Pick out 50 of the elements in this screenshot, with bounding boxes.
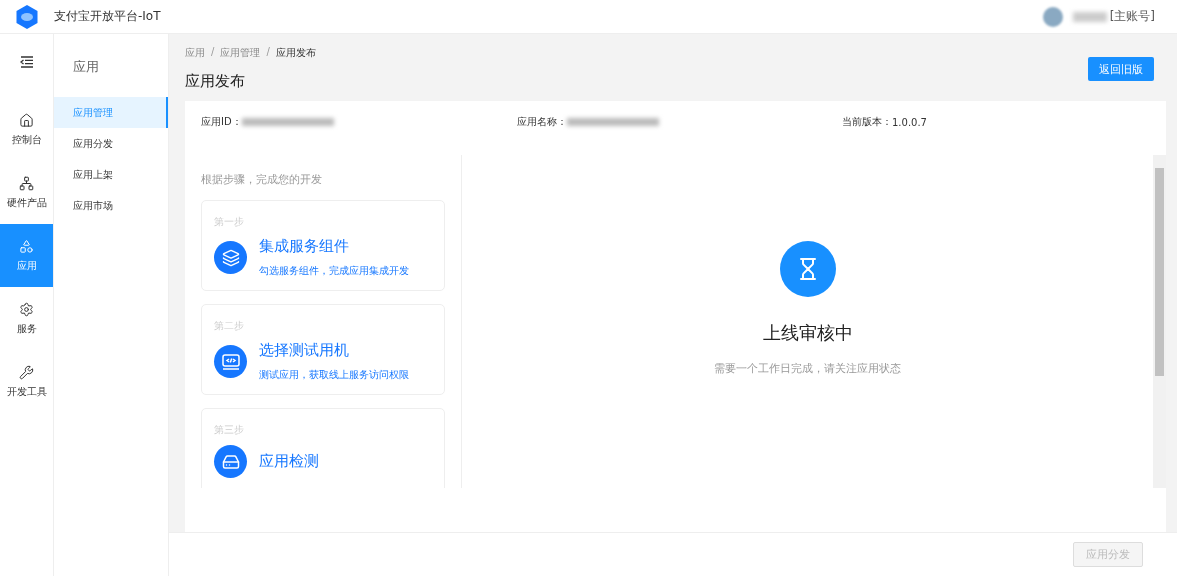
rail-item[interactable]: 硬件产品 bbox=[0, 161, 53, 224]
info-value: 1.0.0.7 bbox=[892, 116, 927, 128]
logo-icon bbox=[15, 3, 39, 30]
step-description: 测试应用，获取线上服务访问权限 bbox=[259, 368, 409, 382]
blurred-username bbox=[1072, 11, 1107, 22]
submenu-item[interactable]: 应用上架 bbox=[54, 159, 168, 190]
network-icon bbox=[19, 175, 34, 191]
rail-item[interactable]: 开发工具 bbox=[0, 350, 53, 413]
step-description: 勾选服务组件，完成应用集成开发 bbox=[259, 264, 409, 278]
info-label: 应用名称： bbox=[517, 115, 567, 129]
breadcrumb-link[interactable]: 应用管理 bbox=[220, 46, 261, 60]
home-icon bbox=[19, 112, 34, 128]
scrollbar-thumb[interactable] bbox=[1155, 168, 1164, 376]
platform-title: 支付宝开放平台-IoT bbox=[54, 8, 161, 25]
scrollbar[interactable] bbox=[1153, 155, 1166, 488]
status-title: 上线审核中 bbox=[762, 321, 853, 345]
drive-icon bbox=[221, 452, 240, 471]
breadcrumb-link[interactable]: 应用发布 bbox=[275, 46, 316, 60]
wrench-icon bbox=[19, 364, 34, 380]
info-label: 应用ID： bbox=[201, 115, 242, 129]
submenu-item[interactable]: 应用管理 bbox=[54, 97, 168, 128]
rail-label: 应用 bbox=[16, 259, 37, 273]
step-title: 应用检测 bbox=[259, 452, 319, 471]
steps-heading: 根据步骤，完成您的开发 bbox=[201, 173, 323, 187]
account-tag: [主账号] bbox=[1109, 8, 1155, 25]
back-button[interactable]: 返回旧版 bbox=[1088, 57, 1154, 81]
layers-icon bbox=[221, 248, 240, 267]
step-title: 集成服务组件 bbox=[259, 237, 350, 256]
status-description: 需要一个工作日完成，请关注应用状态 bbox=[714, 362, 901, 376]
rail-label: 硬件产品 bbox=[6, 196, 47, 210]
submenu-item[interactable]: 应用分发 bbox=[54, 128, 168, 159]
code-monitor-icon bbox=[221, 353, 240, 370]
submenu-title: 应用 bbox=[72, 58, 100, 76]
breadcrumb-separator: / bbox=[211, 46, 215, 59]
rail-label: 开发工具 bbox=[6, 385, 47, 399]
info-label: 当前版本： bbox=[842, 115, 892, 129]
submenu-item[interactable]: 应用市场 bbox=[54, 190, 168, 221]
rail-item[interactable]: 服务 bbox=[0, 287, 53, 350]
page-title: 应用发布 bbox=[185, 72, 246, 91]
step-title: 选择测试用机 bbox=[259, 341, 350, 360]
breadcrumb-link[interactable]: 应用 bbox=[185, 46, 205, 60]
rail-item[interactable]: 应用 bbox=[0, 224, 53, 287]
menu-icon bbox=[19, 56, 34, 68]
shapes-icon bbox=[19, 238, 34, 254]
rail-label: 服务 bbox=[16, 322, 37, 336]
rail-item[interactable]: 控制台 bbox=[0, 98, 53, 161]
breadcrumb-separator: / bbox=[266, 46, 270, 59]
rail-label: 控制台 bbox=[11, 133, 42, 147]
avatar[interactable] bbox=[1042, 6, 1063, 27]
settings-icon bbox=[19, 301, 34, 317]
